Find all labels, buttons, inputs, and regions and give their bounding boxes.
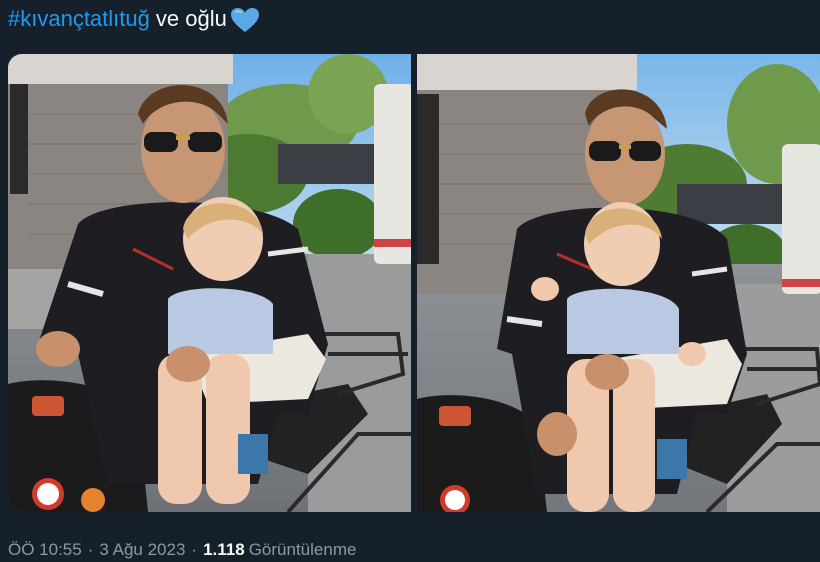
separator-dot-2: · [191,540,198,559]
media-grid [8,54,820,512]
photo-1-image [8,54,411,512]
tweet-card: #kıvançtatlıtuğ ve oğlu ÖÖ 10:55 · 3 Ağu… [0,0,820,562]
views-count: 1.118 [203,540,245,559]
tweet-time[interactable]: ÖÖ 10:55 [8,540,82,560]
blue-heart-icon [230,7,260,33]
views-label: Görüntülenme [248,540,357,559]
photo-2[interactable] [417,54,820,512]
photo-1[interactable] [8,54,411,512]
tweet-text: #kıvançtatlıtuğ ve oğlu [8,2,260,36]
photo-2-image [417,54,820,512]
tweet-meta: ÖÖ 10:55 · 3 Ağu 2023 · 1.118 Görüntülen… [8,538,356,562]
hashtag-link[interactable]: #kıvançtatlıtuğ [8,6,150,32]
separator-dot: · [87,540,94,559]
tweet-body-text: ve oğlu [155,6,227,31]
tweet-date[interactable]: 3 Ağu 2023 [99,540,185,560]
